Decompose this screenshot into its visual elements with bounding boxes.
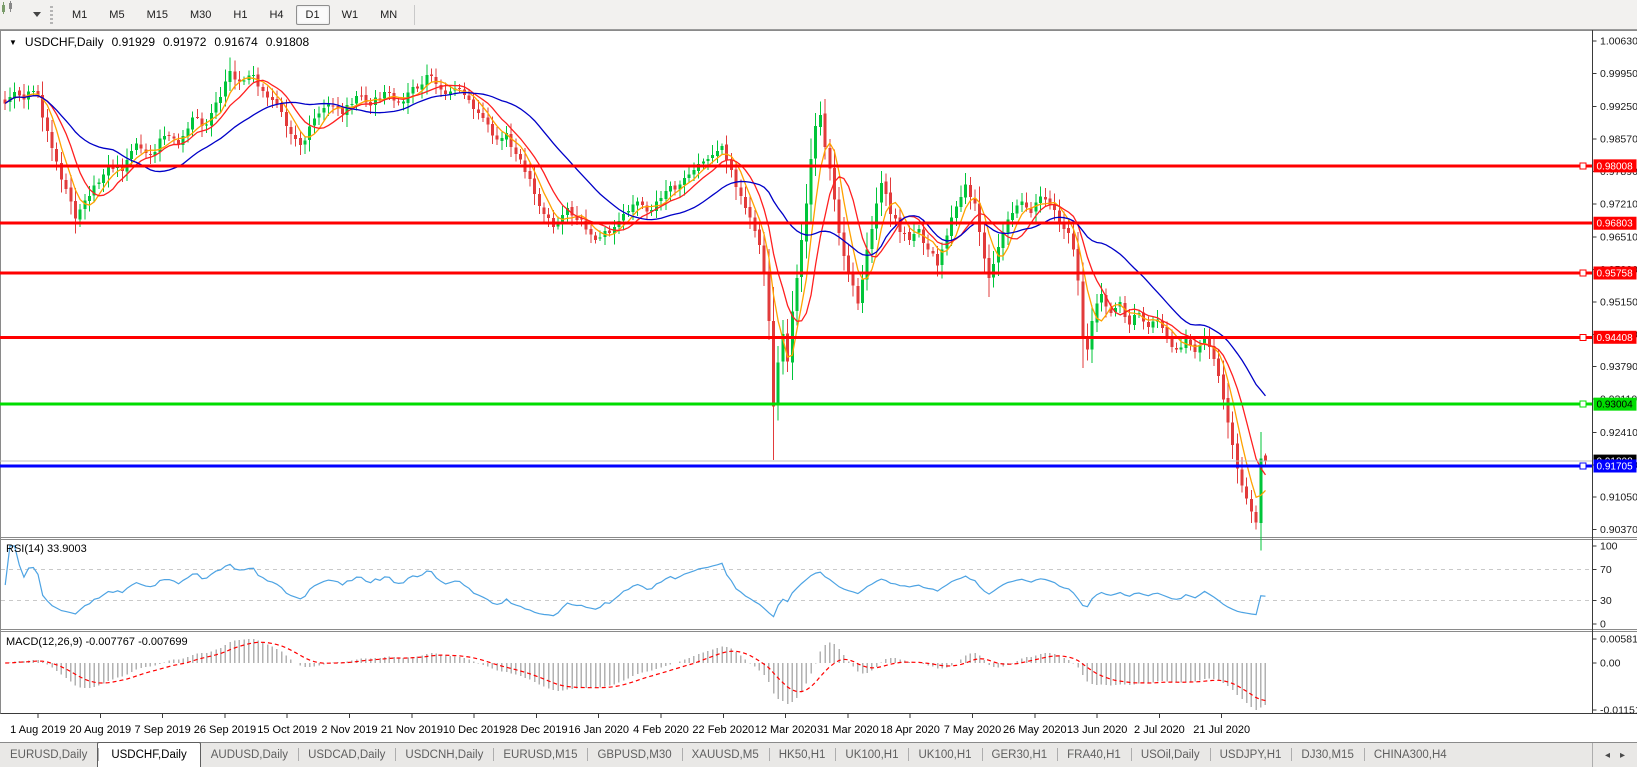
price-tick-label: 0.98570	[1600, 134, 1637, 146]
timeframe-button-M5[interactable]: M5	[99, 5, 134, 25]
close-value: 0.91808	[265, 35, 310, 49]
date-tick-label: 21 Jul 2020	[1193, 724, 1250, 736]
tab-USDCAD-Daily[interactable]: USDCAD,Daily	[298, 743, 395, 767]
symbol-period-label: USDCHF,Daily	[24, 35, 104, 49]
price-tick-label: 0.90370	[1600, 524, 1637, 536]
chart-tab-bar: EURUSD,Daily USDCHF,Daily AUDUSD,Daily USDC…	[0, 742, 1637, 767]
tab-scroll-left-icon[interactable]: ◂	[1605, 750, 1610, 761]
tab-EURUSD-M15[interactable]: EURUSD,M15	[493, 743, 587, 767]
top-toolbar: M1 M5 M15 M30 H1 H4 D1 W1 MN	[0, 0, 1637, 30]
rsi-axis-label: 70	[1600, 564, 1612, 576]
timeframe-button-H4[interactable]: H4	[259, 5, 293, 25]
resistance-line-1-handle[interactable]	[1579, 162, 1587, 170]
resistance-line-4-price-label: 0.94408	[1597, 333, 1634, 344]
tab-scroll-right-icon[interactable]: ▸	[1620, 750, 1625, 761]
date-tick-label: 1 Aug 2019	[10, 724, 66, 736]
tab-UK100-H1[interactable]: UK100,H1	[908, 743, 981, 767]
rsi-axis-label: 0	[1600, 619, 1606, 631]
support-line-handle[interactable]	[1579, 400, 1587, 408]
timeframe-button-D1[interactable]: D1	[295, 4, 330, 25]
timeframe-button-M30[interactable]: M30	[180, 5, 221, 25]
tab-CHINA300-H4[interactable]: CHINA300,H4	[1363, 743, 1457, 767]
price-chart: 1.006300.999500.992500.985700.978900.972…	[0, 30, 1637, 742]
tab-GER30-H1[interactable]: GER30,H1	[981, 743, 1058, 767]
date-tick-label: 7 Sep 2019	[134, 724, 190, 736]
price-tick-label: 0.99250	[1600, 101, 1637, 113]
rsi-axis-label: 100	[1600, 541, 1618, 553]
price-tick-label: 0.92410	[1600, 427, 1637, 439]
macd-axis-label: -0.011514	[1600, 705, 1637, 717]
chart-title: ▼ USDCHF,Daily 0.91929 0.91972 0.91674 0…	[9, 35, 309, 49]
resistance-line-1-price-label: 0.98008	[1597, 161, 1634, 172]
macd-indicator-label: MACD(12,26,9) -0.007767 -0.007699	[6, 636, 188, 648]
date-tick-label: 4 Feb 2020	[633, 724, 689, 736]
tab-USDJPY-H1[interactable]: USDJPY,H1	[1209, 743, 1292, 767]
date-tick-label: 26 Sep 2019	[194, 724, 256, 736]
timeframe-button-W1[interactable]: W1	[332, 5, 369, 25]
resistance-line-4-handle[interactable]	[1579, 333, 1587, 341]
date-tick-label: 26 May 2020	[1003, 724, 1067, 736]
price-tick-label: 0.93790	[1600, 361, 1637, 373]
tab-USDCHF-Daily[interactable]: USDCHF,Daily	[97, 742, 201, 767]
chart-background	[0, 30, 1637, 742]
timeframe-button-MN[interactable]: MN	[370, 5, 407, 25]
high-value: 0.91972	[163, 35, 207, 49]
tab-USOil-Daily[interactable]: USOil,Daily	[1130, 743, 1210, 767]
rsi-axis-label: 30	[1600, 595, 1612, 607]
resistance-line-2-price-label: 0.96803	[1597, 219, 1634, 230]
price-tick-label: 1.00630	[1600, 36, 1637, 48]
date-tick-label: 2 Nov 2019	[321, 724, 377, 736]
chart-tool-button[interactable]	[2, 1, 30, 27]
price-tick-label: 0.96510	[1600, 232, 1637, 244]
price-tick-label: 0.97210	[1600, 198, 1637, 210]
date-tick-label: 21 Nov 2019	[381, 724, 443, 736]
tab-HK50-H1[interactable]: HK50,H1	[768, 743, 836, 767]
macd-axis-label: 0.005818	[1600, 634, 1637, 646]
low-value: 0.91674	[214, 35, 258, 49]
timeframe-button-H1[interactable]: H1	[223, 5, 257, 25]
tab-GBPUSD-M30[interactable]: GBPUSD,M30	[587, 743, 681, 767]
rsi-indicator-label: RSI(14) 33.9003	[6, 543, 87, 555]
tab-DJ30-M15[interactable]: DJ30,M15	[1291, 743, 1363, 767]
date-tick-label: 28 Dec 2019	[505, 724, 567, 736]
tab-XAUUSD-M5[interactable]: XAUUSD,M5	[681, 743, 769, 767]
open-value: 0.91929	[111, 35, 155, 49]
support-line-price-label: 0.93004	[1597, 400, 1634, 411]
date-tick-label: 18 Apr 2020	[881, 724, 940, 736]
chart-tool-icon	[2, 1, 12, 14]
date-tick-label: 7 May 2020	[944, 724, 1001, 736]
bid-line-price-label: 0.91705	[1597, 462, 1634, 473]
toolbar-separator	[414, 4, 416, 25]
macd-axis-label: 0.00	[1600, 658, 1621, 670]
date-tick-label: 20 Aug 2019	[69, 724, 131, 736]
tab-AUDUSD-Daily[interactable]: AUDUSD,Daily	[201, 743, 298, 767]
price-tick-label: 0.95150	[1600, 296, 1637, 308]
date-tick-label: 22 Feb 2020	[692, 724, 754, 736]
timeframe-button-M1[interactable]: M1	[62, 5, 97, 25]
tab-scroll-arrows: ◂ ▸	[1591, 743, 1637, 767]
price-tick-label: 0.91050	[1600, 492, 1637, 504]
date-tick-label: 12 Mar 2020	[755, 724, 817, 736]
date-tick-label: 13 Jun 2020	[1067, 724, 1128, 736]
timeframe-button-group: M1 M5 M15 M30 H1 H4 D1 W1 MN	[61, 4, 408, 25]
date-tick-label: 16 Jan 2020	[568, 724, 629, 736]
tab-UK100-H1[interactable]: UK100,H1	[835, 743, 908, 767]
chevron-down-icon[interactable]	[30, 4, 44, 26]
price-tick-label: 0.99950	[1600, 68, 1637, 80]
date-tick-label: 2 Jul 2020	[1134, 724, 1185, 736]
timeframe-button-M15[interactable]: M15	[137, 5, 178, 25]
date-tick-label: 15 Oct 2019	[257, 724, 317, 736]
date-tick-label: 31 Mar 2020	[817, 724, 879, 736]
date-tick-label: 10 Dec 2019	[443, 724, 505, 736]
resistance-line-3-price-label: 0.95758	[1597, 269, 1634, 280]
tab-EURUSD-Daily[interactable]: EURUSD,Daily	[0, 743, 97, 767]
collapse-indicator-icon[interactable]: ▼	[9, 38, 17, 47]
tab-USDCNH-Daily[interactable]: USDCNH,Daily	[395, 743, 493, 767]
tab-FRA40-H1[interactable]: FRA40,H1	[1057, 743, 1131, 767]
bid-line-handle[interactable]	[1579, 462, 1587, 470]
toolbar-grip[interactable]	[50, 5, 53, 24]
resistance-line-3-handle[interactable]	[1579, 269, 1587, 277]
